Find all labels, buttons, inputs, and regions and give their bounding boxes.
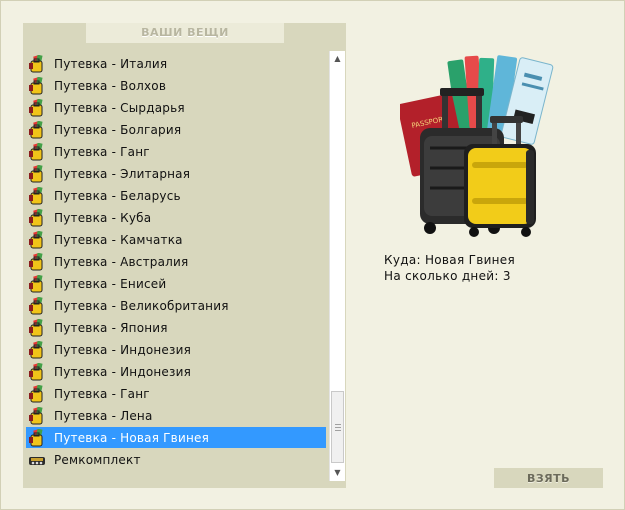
list-item-label: Путевка - Ганг — [54, 144, 150, 159]
ticket-bag-icon — [28, 230, 46, 249]
list-item-label: Путевка - Новая Гвинея — [54, 430, 209, 445]
list-scrollbar[interactable]: ▲ ▼ — [329, 51, 345, 481]
scrollbar-thumb[interactable] — [331, 391, 344, 463]
list-item[interactable]: Путевка - Камчатка — [26, 229, 326, 250]
list-item[interactable]: Путевка - Ганг — [26, 141, 326, 162]
ticket-bag-icon — [28, 76, 46, 95]
list-item[interactable]: Путевка - Элитарная — [26, 163, 326, 184]
luggage-passport-image: PASSPORT — [400, 55, 554, 237]
take-button[interactable]: ВЗЯТЬ — [494, 468, 603, 488]
ticket-bag-icon — [28, 120, 46, 139]
list-item-label: Путевка - Япония — [54, 320, 168, 335]
list-item-label: Путевка - Индонезия — [54, 342, 192, 357]
ticket-bag-icon — [28, 164, 46, 183]
ticket-bag-icon — [28, 428, 46, 447]
destination-label: Куда: — [384, 253, 421, 267]
grip-line — [335, 430, 341, 431]
list-item-label: Путевка - Лена — [54, 408, 153, 423]
ticket-bag-icon — [28, 384, 46, 403]
list-item-label: Путевка - Болгария — [54, 122, 182, 137]
list-item[interactable]: Путевка - Новая Гвинея — [26, 427, 326, 448]
days-label: На сколько дней: — [384, 269, 499, 283]
list-item[interactable]: Путевка - Енисей — [26, 273, 326, 294]
list-item-label: Путевка - Волхов — [54, 78, 167, 93]
list-item-label: Путевка - Енисей — [54, 276, 167, 291]
ticket-bag-icon — [28, 318, 46, 337]
days-value: 3 — [502, 269, 511, 283]
scroll-up-arrow-icon[interactable]: ▲ — [330, 52, 345, 66]
destination-value: Новая Гвинея — [424, 253, 516, 267]
list-item-label: Ремкомплект — [54, 452, 141, 467]
list-item[interactable]: Путевка - Индонезия — [26, 361, 326, 382]
list-item-label: Путевка - Австралия — [54, 254, 189, 269]
ticket-bag-icon — [28, 142, 46, 161]
ticket-bag-icon — [28, 98, 46, 117]
list-item-label: Путевка - Сырдарья — [54, 100, 185, 115]
list-item[interactable]: Путевка - Индонезия — [26, 339, 326, 360]
ticket-bag-icon — [28, 186, 46, 205]
list-item-label: Путевка - Беларусь — [54, 188, 181, 203]
list-item-label: Путевка - Италия — [54, 56, 168, 71]
scroll-down-arrow-icon[interactable]: ▼ — [330, 466, 345, 480]
ticket-bag-icon — [28, 274, 46, 293]
repair-kit-icon — [28, 451, 46, 469]
list-item[interactable]: Путевка - Япония — [26, 317, 326, 338]
list-item-label: Путевка - Ганг — [54, 386, 150, 401]
list-item[interactable]: Путевка - Италия — [26, 53, 326, 74]
list-item-label: Путевка - Элитарная — [54, 166, 191, 181]
ticket-bag-icon — [28, 252, 46, 271]
destination-line: Куда: Новая Гвинея — [384, 253, 515, 267]
grip-line — [335, 427, 341, 428]
list-item[interactable]: Путевка - Болгария — [26, 119, 326, 140]
list-item[interactable]: Путевка - Куба — [26, 207, 326, 228]
days-line: На сколько дней: 3 — [384, 269, 511, 283]
list-item[interactable]: Путевка - Лена — [26, 405, 326, 426]
list-item[interactable]: Путевка - Австралия — [26, 251, 326, 272]
list-item-label: Путевка - Куба — [54, 210, 152, 225]
list-item[interactable]: Путевка - Ганг — [26, 383, 326, 404]
list-item[interactable]: Путевка - Великобритания — [26, 295, 326, 316]
ticket-bag-icon — [28, 54, 46, 73]
list-item-label: Путевка - Великобритания — [54, 298, 229, 313]
list-item[interactable]: Путевка - Сырдарья — [26, 97, 326, 118]
ticket-bag-icon — [28, 296, 46, 315]
inventory-title: ВАШИ ВЕЩИ — [86, 23, 284, 43]
inventory-list: Путевка - Италия Путевка - Волхов Путевка … — [23, 51, 327, 481]
list-item-label: Путевка - Камчатка — [54, 232, 183, 247]
list-item-label: Путевка - Индонезия — [54, 364, 192, 379]
ticket-bag-icon — [28, 362, 46, 381]
list-item[interactable]: Путевка - Беларусь — [26, 185, 326, 206]
grip-line — [335, 424, 341, 425]
ticket-bag-icon — [28, 340, 46, 359]
list-item[interactable]: Ремкомплект — [26, 449, 326, 470]
ticket-bag-icon — [28, 406, 46, 425]
ticket-bag-icon — [28, 208, 46, 227]
list-item[interactable]: Путевка - Волхов — [26, 75, 326, 96]
